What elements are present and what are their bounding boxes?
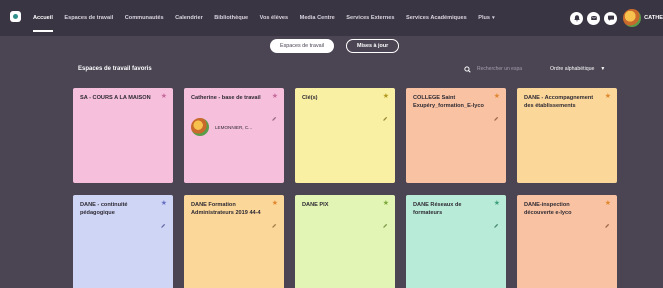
sort-dropdown[interactable]: Ordre alphabétique ▼: [550, 64, 605, 74]
workspace-card-title: SA - COURS A LA MAISON: [80, 95, 151, 101]
favorite-star-icon[interactable]: ★: [161, 200, 167, 207]
workspace-card[interactable]: DANE Réseaux de formateurs ★: [406, 195, 506, 288]
nav-item-services-academiques[interactable]: Services Académiques: [406, 15, 467, 21]
nav-item-accueil[interactable]: Accueil: [33, 15, 53, 32]
edit-pencil-icon[interactable]: [493, 109, 499, 121]
edit-pencil-icon[interactable]: [160, 216, 166, 228]
favorites-section-title: Espaces de travail favoris: [78, 66, 152, 72]
sort-label: Ordre alphabétique: [550, 66, 595, 72]
alerts-icon[interactable]: [570, 11, 584, 25]
workspace-card-title: DANE PIX: [302, 202, 329, 208]
updates-button[interactable]: Mises à jour: [346, 39, 400, 53]
nav-item-communautes[interactable]: Communautés: [125, 15, 164, 21]
chevron-down-icon: ▾: [492, 15, 495, 21]
member-avatar: [191, 118, 209, 136]
member-name: LEMONNIER, C...: [215, 124, 253, 130]
edit-pencil-icon[interactable]: [271, 109, 277, 121]
favorite-star-icon[interactable]: ★: [383, 93, 389, 100]
workspace-card-title: DANE Réseaux de formateurs: [413, 202, 462, 217]
platform-logo-icon[interactable]: [10, 11, 21, 22]
workspace-card[interactable]: DANE-inspection découverte e-lyco ★: [517, 195, 617, 288]
nav-item-media-centre[interactable]: Media Centre: [300, 15, 335, 21]
workspaces-button[interactable]: Espaces de travail: [270, 39, 335, 53]
topbar-right-group: CATHE: [570, 9, 663, 27]
search-box: [464, 64, 532, 74]
edit-pencil-icon[interactable]: [382, 109, 388, 121]
edit-pencil-icon[interactable]: [493, 216, 499, 228]
edit-pencil-icon[interactable]: [271, 216, 277, 228]
mail-icon[interactable]: [587, 11, 601, 25]
favorite-star-icon[interactable]: ★: [605, 93, 611, 100]
nav-item-services-externes[interactable]: Services Externes: [346, 15, 394, 21]
workspace-card-title: DANE - continuité pédagogique: [80, 202, 128, 217]
user-avatar[interactable]: [623, 9, 642, 27]
top-navigation-bar: Accueil Espaces de travail Communautés C…: [0, 0, 663, 36]
workspace-card-title: DANE Formation Administrateurs 2019 44-4: [191, 202, 261, 217]
favorite-star-icon[interactable]: ★: [494, 200, 500, 207]
workspace-card[interactable]: DANE - Accompagnement des établissements…: [517, 88, 617, 183]
workspace-card-title: Clé(s): [302, 95, 318, 101]
nav-item-plus-label: Plus: [478, 15, 491, 21]
workspace-card[interactable]: SA - COURS A LA MAISON ★: [73, 88, 173, 183]
nav-item-plus[interactable]: Plus ▾: [478, 15, 494, 21]
workspace-card-title: DANE-inspection découverte e-lyco: [524, 202, 572, 217]
edit-pencil-icon[interactable]: [604, 216, 610, 228]
workspace-member: LEMONNIER, C...: [191, 118, 252, 136]
favorite-star-icon[interactable]: ★: [605, 200, 611, 207]
workspace-actions: Espaces de travail Mises à jour: [270, 38, 400, 54]
favorite-star-icon[interactable]: ★: [272, 200, 278, 207]
nav-item-vos-eleves[interactable]: Vos élèves: [260, 15, 289, 21]
search-icon[interactable]: [464, 65, 471, 73]
nav-item-calendrier[interactable]: Calendrier: [175, 15, 203, 21]
workspace-card-title: DANE - Accompagnement des établissements: [524, 95, 594, 110]
workspace-card[interactable]: DANE PIX ★: [295, 195, 395, 288]
main-nav: Accueil Espaces de travail Communautés C…: [33, 11, 506, 32]
chat-icon[interactable]: [604, 11, 618, 25]
caret-down-icon: ▼: [600, 66, 606, 72]
workspace-card[interactable]: DANE Formation Administrateurs 2019 44-4…: [184, 195, 284, 288]
search-input[interactable]: [477, 64, 532, 74]
nav-item-espaces-de-travail[interactable]: Espaces de travail: [64, 15, 113, 21]
favorite-star-icon[interactable]: ★: [272, 93, 278, 100]
favorite-star-icon[interactable]: ★: [494, 93, 500, 100]
edit-pencil-icon[interactable]: [382, 216, 388, 228]
workspace-card[interactable]: COLLEGE Saint Exupéry_formation_E-lyco ★: [406, 88, 506, 183]
workspace-card-title: COLLEGE Saint Exupéry_formation_E-lyco: [413, 95, 484, 110]
workspace-card[interactable]: Catherine - base de travail ★ LEMONNIER,…: [184, 88, 284, 183]
workspace-card[interactable]: DANE - continuité pédagogique ★: [73, 195, 173, 288]
workspace-card[interactable]: Clé(s) ★: [295, 88, 395, 183]
favorite-star-icon[interactable]: ★: [383, 200, 389, 207]
nav-item-bibliotheque[interactable]: Bibliothèque: [214, 15, 248, 21]
user-name[interactable]: CATHE: [644, 15, 663, 21]
favorite-star-icon[interactable]: ★: [161, 93, 167, 100]
workspace-card-title: Catherine - base de travail: [191, 95, 261, 101]
